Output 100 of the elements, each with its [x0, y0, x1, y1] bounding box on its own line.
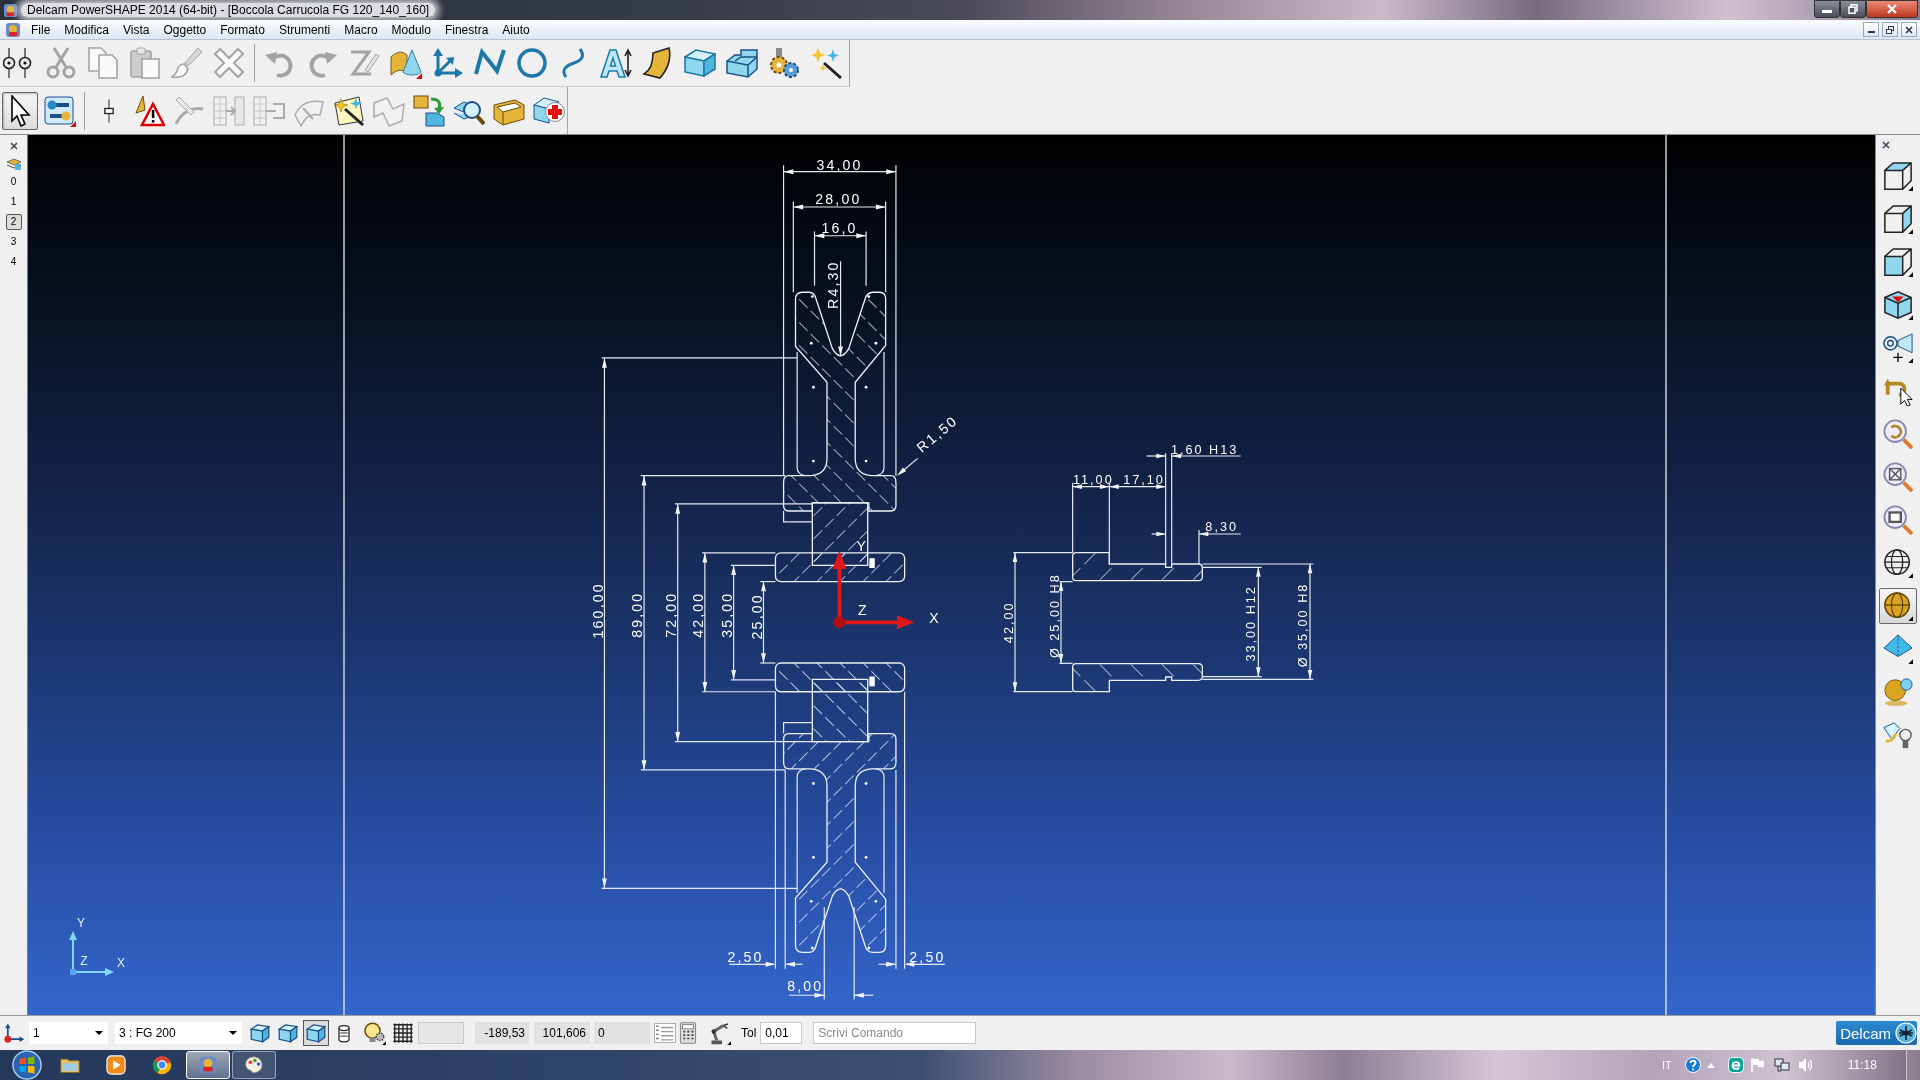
dimension-label: 16,0: [821, 220, 858, 237]
dimension-label: 1,60 H13: [1171, 443, 1239, 457]
menu-item[interactable]: Finestra: [437, 20, 496, 39]
grid-arrow-icon: [213, 94, 245, 127]
app-icon: [3, 2, 18, 18]
coordinate-field: -189,53: [475, 1022, 529, 1044]
wire-sphere-icon: [1883, 548, 1913, 578]
restore-button[interactable]: [1882, 22, 1898, 37]
dimension-label: 72,00: [663, 591, 680, 638]
caret-icon: [95, 1031, 103, 1035]
delete-icon: [213, 47, 245, 79]
toolbar-button[interactable]: [2, 91, 38, 130]
palette-icon: [244, 1055, 264, 1075]
dimension-label: 11,00: [1072, 473, 1114, 487]
close-icon: [1887, 4, 1897, 14]
restore-button[interactable]: [1840, 0, 1866, 18]
levels-icon[interactable]: [5, 158, 22, 170]
pen-curve-icon: [173, 94, 205, 127]
dimension-label: Ø 25,00 H8: [1048, 573, 1062, 659]
taskbar-button[interactable]: [232, 1051, 276, 1079]
calculator-icon[interactable]: [679, 1022, 697, 1044]
close-button[interactable]: [1866, 0, 1918, 18]
dimension-label: 8,00: [787, 978, 824, 995]
menu-item[interactable]: Formato: [213, 20, 272, 39]
level-dropdown[interactable]: 3 : FG 200: [115, 1022, 242, 1044]
grid-icon[interactable]: [392, 1022, 414, 1044]
minimize-icon: [1867, 31, 1875, 33]
cube-right-view-icon: [1883, 204, 1913, 234]
gears-icon: [768, 47, 800, 79]
close-button[interactable]: [1901, 22, 1917, 37]
minimize-button[interactable]: [1863, 22, 1879, 37]
dimension-label: 33,00 H12: [1244, 585, 1259, 662]
toolbar-button[interactable]: [1879, 588, 1917, 624]
axes-icon: [432, 47, 464, 79]
box-icon: [684, 47, 716, 79]
window-title: Delcam PowerSHAPE 2014 (64-bit) - [Boccola Carrucola FG 120_140_160]: [21, 3, 436, 17]
move-icon: [413, 94, 445, 127]
lightbulb-icon: [1883, 720, 1913, 750]
menu-item[interactable]: File: [24, 20, 58, 39]
surface-icon: [390, 47, 422, 79]
workplane-icon[interactable]: [3, 1022, 25, 1044]
close-icon[interactable]: [8, 141, 19, 151]
axis-label: Z: [80, 954, 88, 968]
start-button[interactable]: [12, 1050, 42, 1080]
brush-icon: [171, 47, 203, 79]
command-field[interactable]: Scrivi Comando: [813, 1022, 977, 1044]
cube-icon: [278, 1023, 298, 1043]
cube-icon: [250, 1023, 270, 1043]
shield-icon[interactable]: [1727, 1057, 1744, 1073]
globe-icon: [1895, 1022, 1917, 1044]
level-item[interactable]: 4: [5, 254, 22, 270]
menu-item[interactable]: Modulo: [384, 20, 438, 39]
axis-label: X: [117, 956, 125, 970]
zoom-rotate-icon: [1883, 419, 1913, 449]
y-axis-arrow: [69, 931, 77, 971]
stairs-icon: [726, 47, 758, 79]
camera-icon: [1883, 333, 1913, 363]
scissors-icon: [45, 47, 77, 79]
dimension-label: 42,00: [689, 591, 706, 638]
minimize-button[interactable]: [1814, 0, 1840, 18]
dimension-label: 17,10: [1123, 473, 1165, 487]
menu-item[interactable]: Aiuto: [495, 20, 537, 39]
menu-item[interactable]: Strumenti: [271, 20, 338, 39]
tolerance-label: Tol: [741, 1026, 757, 1040]
coordinate-field: 0: [594, 1022, 650, 1044]
menu-item[interactable]: Oggetto: [156, 20, 214, 39]
help-icon[interactable]: [1684, 1057, 1701, 1073]
dimension-label: 34,00: [816, 156, 863, 173]
minimize-icon: [1822, 10, 1832, 13]
dimension-label: 25,00: [748, 593, 765, 640]
zoom-fit-icon: [1883, 462, 1913, 492]
bulb-icon[interactable]: [362, 1021, 386, 1045]
warning-icon: [133, 94, 165, 127]
menu-item[interactable]: Modifica: [57, 20, 117, 39]
axis-label: X: [929, 610, 939, 627]
menu-item[interactable]: Vista: [116, 20, 157, 39]
tools-icon: [44, 94, 76, 127]
dimension-label: Ø 35,00 H8: [1296, 582, 1310, 668]
cad-app-icon: [198, 1055, 218, 1075]
app-menu-icon[interactable]: [5, 21, 21, 38]
tolerance-field[interactable]: 0,01: [760, 1022, 803, 1044]
axis-label: Y: [77, 916, 85, 930]
level-item[interactable]: 1: [5, 194, 22, 210]
browser-icon: [152, 1055, 172, 1075]
pyramid-icon: [1883, 634, 1913, 664]
zoom-box-icon: [1883, 505, 1913, 535]
input-field[interactable]: [418, 1022, 464, 1044]
taskbar-button[interactable]: [186, 1051, 230, 1079]
restore-icon: [1848, 4, 1858, 14]
workplane-dropdown[interactable]: 1: [29, 1022, 108, 1044]
media-player-icon: [106, 1055, 126, 1075]
level-item[interactable]: 0: [5, 174, 22, 190]
view-button[interactable]: [303, 1020, 329, 1046]
dimension-label: 35,00: [719, 591, 735, 638]
level-item[interactable]: 2: [5, 214, 22, 230]
undo-arrow-icon: [1883, 376, 1913, 406]
level-item[interactable]: 3: [5, 234, 22, 250]
close-icon[interactable]: [1880, 139, 1892, 151]
menu-item[interactable]: Macro: [337, 20, 385, 39]
network-icon[interactable]: [1773, 1057, 1790, 1073]
